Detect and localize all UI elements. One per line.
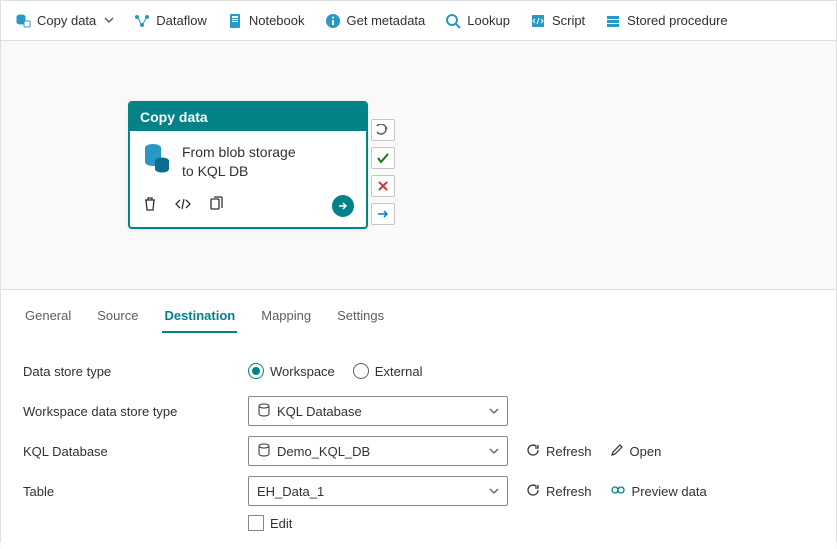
search-icon — [445, 13, 461, 29]
status-success-icon[interactable] — [371, 147, 395, 169]
tab-settings[interactable]: Settings — [335, 302, 386, 333]
refresh-table[interactable]: Refresh — [526, 483, 592, 500]
toolbar-script[interactable]: Script — [522, 9, 593, 33]
activity-status-handles — [371, 119, 395, 225]
toolbar-copy-data[interactable]: Copy data — [7, 9, 122, 33]
tab-destination[interactable]: Destination — [162, 302, 237, 333]
radio-external[interactable]: External — [353, 363, 423, 379]
label-kql-database: KQL Database — [23, 444, 248, 459]
kql-db-icon — [257, 403, 271, 420]
dataflow-icon — [134, 13, 150, 29]
chevron-down-icon — [489, 404, 499, 419]
toolbar-label: Script — [552, 13, 585, 28]
dropdown-workspace-data-store-type[interactable]: KQL Database — [248, 396, 508, 426]
checkbox-edit[interactable] — [248, 515, 264, 531]
toolbar-label: Stored procedure — [627, 13, 727, 28]
tab-mapping[interactable]: Mapping — [259, 302, 313, 333]
radio-dot-icon — [353, 363, 369, 379]
preview-data[interactable]: Preview data — [610, 484, 707, 499]
toolbar-notebook[interactable]: Notebook — [219, 9, 313, 33]
edit-pencil-icon — [610, 443, 624, 460]
status-skip-icon[interactable] — [371, 119, 395, 141]
dropdown-table[interactable]: EH_Data_1 — [248, 476, 508, 506]
pipeline-canvas[interactable]: Copy data From blob storage to KQL DB — [1, 41, 836, 289]
toolbar-label: Lookup — [467, 13, 510, 28]
refresh-kql-database[interactable]: Refresh — [526, 443, 592, 460]
toolbar-label: Dataflow — [156, 13, 207, 28]
refresh-icon — [526, 483, 540, 500]
stored-procedure-icon — [605, 13, 621, 29]
activity-copy-data[interactable]: Copy data From blob storage to KQL DB — [128, 101, 368, 229]
toolbar-stored-procedure[interactable]: Stored procedure — [597, 9, 735, 33]
chevron-down-icon — [104, 13, 114, 28]
database-copy-icon — [15, 13, 31, 29]
toolbar-get-metadata[interactable]: Get metadata — [317, 9, 434, 33]
tab-general[interactable]: General — [23, 302, 73, 333]
notebook-icon — [227, 13, 243, 29]
radio-dot-icon — [248, 363, 264, 379]
destination-form: Data store type Workspace External Works… — [1, 333, 836, 549]
toolbar-label: Notebook — [249, 13, 305, 28]
toolbar-label: Get metadata — [347, 13, 426, 28]
preview-icon — [610, 484, 626, 499]
toolbar-label: Copy data — [37, 13, 96, 28]
toolbar: Copy data Dataflow Notebook Get metadata… — [1, 1, 836, 41]
script-icon — [530, 13, 546, 29]
label-data-store-type: Data store type — [23, 364, 248, 379]
info-icon — [325, 13, 341, 29]
activity-title: Copy data — [130, 103, 366, 131]
delete-icon[interactable] — [142, 196, 158, 215]
open-kql-database[interactable]: Open — [610, 443, 662, 460]
refresh-icon — [526, 443, 540, 460]
run-button[interactable] — [332, 195, 354, 217]
chevron-down-icon — [489, 444, 499, 459]
kql-db-icon — [257, 443, 271, 460]
status-fail-icon[interactable] — [371, 175, 395, 197]
property-tabs: General Source Destination Mapping Setti… — [1, 289, 836, 333]
toolbar-dataflow[interactable]: Dataflow — [126, 9, 215, 33]
label-edit: Edit — [270, 516, 292, 531]
toolbar-lookup[interactable]: Lookup — [437, 9, 518, 33]
radio-workspace[interactable]: Workspace — [248, 363, 335, 379]
chevron-down-icon — [489, 484, 499, 499]
label-table: Table — [23, 484, 248, 499]
database-icon — [144, 143, 170, 176]
tab-source[interactable]: Source — [95, 302, 140, 333]
activity-description: From blob storage to KQL DB — [182, 143, 296, 181]
status-completion-icon[interactable] — [371, 203, 395, 225]
copy-icon[interactable] — [208, 196, 224, 215]
label-workspace-data-store-type: Workspace data store type — [23, 404, 248, 419]
code-icon[interactable] — [174, 196, 192, 215]
dropdown-kql-database[interactable]: Demo_KQL_DB — [248, 436, 508, 466]
